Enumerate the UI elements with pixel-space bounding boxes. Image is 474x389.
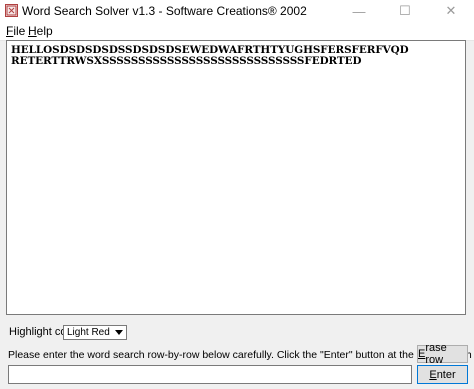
close-button[interactable]: ✕ — [428, 0, 474, 22]
row-entry-field[interactable] — [8, 365, 412, 384]
chevron-down-icon — [113, 327, 125, 338]
menu-bar: File Help — [0, 22, 474, 41]
erase-row-button[interactable]: Erase row — [417, 342, 468, 366]
enter-label: nter — [436, 368, 456, 381]
erase-row-accel: E — [418, 348, 426, 360]
menu-help-accel: H — [28, 24, 37, 38]
menu-file[interactable]: File — [6, 24, 25, 38]
maximize-icon: ☐ — [399, 3, 411, 18]
maximize-button[interactable]: ☐ — [382, 0, 428, 22]
close-icon: ✕ — [445, 3, 457, 18]
enter-button[interactable]: Enter — [417, 365, 468, 384]
window-title: Word Search Solver v1.3 - Software Creat… — [22, 4, 307, 18]
minimize-icon: — — [352, 3, 366, 19]
word-search-grid[interactable]: HELLOSDSDSDSDSSDSDSDSEWEDWAFRTHTYUGHSFER… — [6, 40, 466, 315]
erase-row-label: rase row — [425, 342, 447, 366]
word-search-app-icon[interactable] — [5, 4, 18, 17]
title-bar: Word Search Solver v1.3 - Software Creat… — [0, 0, 474, 22]
menu-help[interactable]: Help — [28, 24, 53, 38]
menu-file-label: ile — [13, 24, 26, 38]
minimize-button[interactable]: — — [336, 0, 382, 22]
menu-help-label: elp — [36, 24, 53, 38]
enter-accel: E — [429, 368, 437, 381]
instructions-text: Please enter the word search row-by-row … — [8, 349, 474, 361]
highlight-color-value: Light Red — [67, 327, 110, 338]
highlight-color-select[interactable]: Light Red — [63, 325, 127, 340]
grid-row: RETERTTRWSXSSSSSSSSSSSSSSSSSSSSSSSSSSSSF… — [11, 55, 362, 67]
